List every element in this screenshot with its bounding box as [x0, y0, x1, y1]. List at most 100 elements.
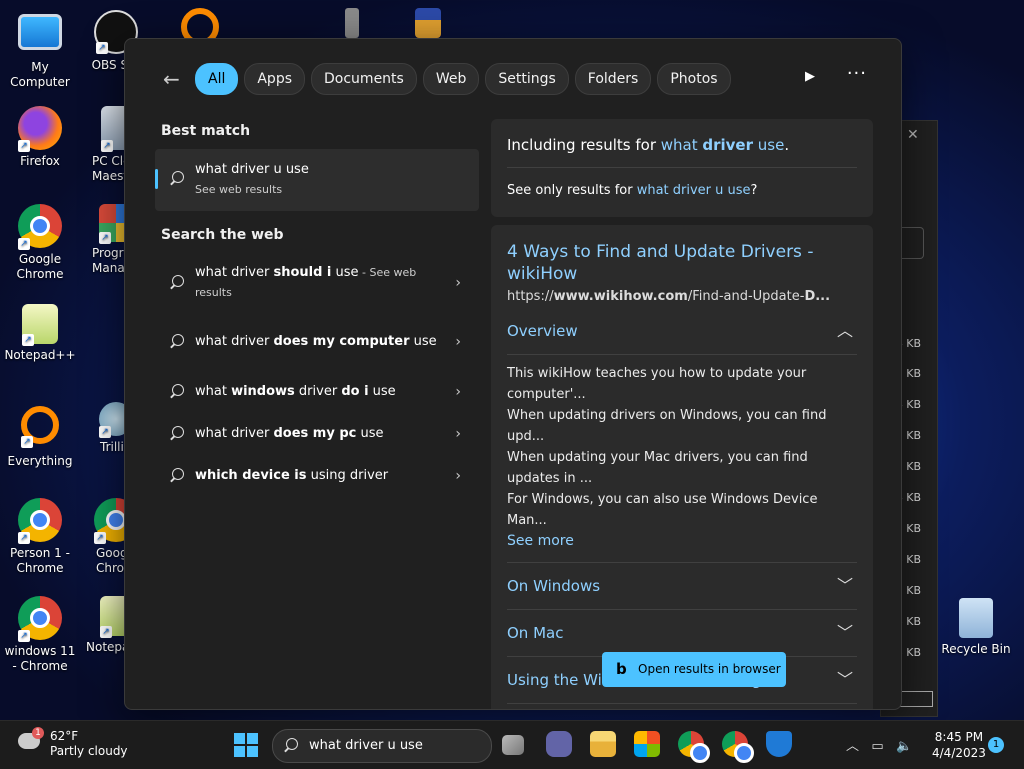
- url-domain: www.wikihow.com: [553, 289, 688, 304]
- desktop-icon-google-chrome[interactable]: ↗ Google Chrome: [0, 204, 80, 282]
- chrome-icon: ↗: [18, 204, 62, 250]
- url-bold: D...: [804, 289, 831, 304]
- desktop-icon-notepadpp[interactable]: ↗ Notepad++: [0, 304, 80, 363]
- notepadpp-icon: ↗: [22, 304, 58, 346]
- chevron-right-icon: ›: [455, 468, 461, 484]
- overview-line: For Windows, you can also use Windows De…: [507, 492, 818, 528]
- notification-badge[interactable]: 1: [988, 737, 1004, 753]
- desktop-icon-character-app[interactable]: [388, 8, 468, 42]
- chevron-down-icon: ﹀: [836, 670, 853, 689]
- best-match-item[interactable]: what driver u use See web results: [155, 149, 479, 211]
- windows-start-icon[interactable]: [234, 733, 258, 757]
- web-suggestion-item[interactable]: which device is using driver ›: [155, 455, 479, 497]
- overview-content: This wikiHow teaches you how to update y…: [507, 355, 857, 563]
- suggestion-text: driver: [294, 384, 342, 399]
- weather-desc: Partly cloudy: [50, 744, 128, 758]
- desktop-icon-label: windows 11 - Chrome: [4, 644, 76, 673]
- explorer-search-box[interactable]: [899, 227, 924, 259]
- web-suggestion-item[interactable]: what driver does my pc use ›: [155, 413, 479, 455]
- desktop-icon-phone-app[interactable]: [312, 8, 392, 42]
- everything-icon: ↗: [21, 406, 59, 448]
- best-match-title: what driver u use: [195, 162, 309, 177]
- chrome-icon[interactable]: [722, 731, 754, 763]
- tab-all[interactable]: All: [195, 63, 239, 95]
- bing-icon: b: [616, 660, 627, 678]
- chrome-icon: ↗: [18, 498, 62, 544]
- tab-apps[interactable]: Apps: [244, 63, 306, 95]
- accordion-overview[interactable]: Overview ︿: [507, 308, 857, 355]
- tab-web[interactable]: Web: [422, 63, 480, 95]
- taskbar-search-box[interactable]: what driver u use: [272, 729, 492, 763]
- including-query-link[interactable]: what driver use: [661, 136, 785, 154]
- web-suggestion-item[interactable]: what driver should i use - See web resul…: [155, 253, 479, 313]
- suggestion-text: what: [195, 384, 232, 399]
- see-only-results-text: See only results for what driver u use?: [507, 183, 757, 198]
- tab-documents[interactable]: Documents: [311, 63, 417, 95]
- original-query-link[interactable]: what driver u use: [637, 183, 751, 198]
- suggestion-text: use: [331, 265, 359, 280]
- teams-chat-icon[interactable]: [546, 731, 572, 757]
- windows-security-icon[interactable]: [766, 731, 792, 757]
- tab-photos[interactable]: Photos: [657, 63, 731, 95]
- microsoft-store-icon[interactable]: [634, 731, 660, 757]
- desktop-icon-person1-chrome[interactable]: ↗ Person 1 - Chrome: [0, 498, 80, 576]
- desktop-icon-recycle-bin[interactable]: Recycle Bin: [934, 598, 1018, 657]
- desktop-icon-label: Recycle Bin: [941, 642, 1011, 656]
- accordion-on-mac[interactable]: On Mac ﹀: [507, 610, 857, 657]
- search-icon: [283, 738, 299, 754]
- accordion-label: On Windows: [507, 577, 601, 595]
- overview-line: This wikiHow teaches you how to update y…: [507, 366, 807, 402]
- open-results-in-browser-button[interactable]: b Open results in browser: [602, 652, 786, 687]
- more-options-icon[interactable]: ···: [847, 63, 867, 84]
- suggestion-text: use: [356, 426, 384, 441]
- play-icon[interactable]: ▶: [805, 69, 815, 84]
- desktop-icon-firefox[interactable]: ↗ Firefox: [0, 106, 80, 169]
- back-arrow-icon[interactable]: ←: [163, 67, 180, 91]
- desktop-icon-label: Google Chrome: [16, 252, 64, 281]
- system-tray-icons[interactable]: ︿ ▭ 🔈: [846, 735, 912, 754]
- view-toggle-icons[interactable]: [897, 691, 933, 707]
- divider: [507, 167, 857, 168]
- web-suggestion-item[interactable]: what windows driver do i use ›: [155, 371, 479, 413]
- search-web-heading: Search the web: [161, 227, 284, 243]
- web-suggestion-item[interactable]: what driver does my computer use ›: [155, 313, 479, 371]
- open-results-label: Open results in browser: [638, 662, 781, 676]
- chrome-icon[interactable]: [678, 731, 710, 763]
- desktop-icon-my-computer[interactable]: My Computer: [0, 10, 80, 90]
- task-view-icon[interactable]: [502, 735, 524, 755]
- chevron-down-icon: ﹀: [836, 576, 853, 595]
- desktop-icon-label: My Computer: [10, 60, 70, 89]
- desktop-icon-everything[interactable]: ↗ Everything: [0, 402, 80, 469]
- accordion-on-windows[interactable]: On Windows ﹀: [507, 563, 857, 610]
- spelling-correction-card: Including results for what driver use. S…: [491, 119, 873, 217]
- desktop-icon-label: Person 1 - Chrome: [10, 546, 70, 575]
- weather-widget[interactable]: 1 62°F Partly cloudy: [18, 727, 128, 759]
- chevron-down-icon: ﹀: [836, 623, 853, 642]
- only-suffix: ?: [750, 183, 758, 198]
- suggestion-bold: does my pc: [273, 426, 357, 441]
- suggestion-bold: does my computer: [273, 334, 410, 349]
- search-results-list: Best match what driver u use See web res…: [155, 119, 479, 497]
- including-prefix: Including results for: [507, 136, 661, 154]
- search-topbar: ← All Apps Documents Web Settings Folder…: [125, 61, 901, 97]
- close-icon[interactable]: ✕: [907, 127, 919, 143]
- clock-time: 8:45 PM: [934, 730, 984, 744]
- suggestion-text: using driver: [306, 468, 389, 483]
- web-preview-pane: Including results for what driver use. S…: [491, 119, 873, 709]
- suggestion-bold: do i: [341, 384, 369, 399]
- tab-folders[interactable]: Folders: [574, 63, 652, 95]
- including-results-text: Including results for what driver use.: [507, 136, 789, 154]
- tab-settings[interactable]: Settings: [485, 63, 569, 95]
- best-match-heading: Best match: [161, 123, 251, 139]
- taskbar-search-input[interactable]: what driver u use: [309, 738, 423, 753]
- file-explorer-icon[interactable]: [590, 731, 616, 757]
- result-title-link[interactable]: 4 Ways to Find and Update Drivers - wiki…: [507, 241, 857, 285]
- see-more-link[interactable]: See more: [507, 531, 857, 552]
- only-prefix: See only results for: [507, 183, 637, 198]
- chrome-icon: ↗: [18, 596, 62, 642]
- clock[interactable]: 8:45 PM 4/4/2023: [932, 729, 986, 761]
- result-url: https://www.wikihow.com/Find-and-Update-…: [507, 289, 857, 304]
- desktop-icon-windows11-chrome[interactable]: ↗ windows 11 - Chrome: [0, 596, 80, 674]
- search-flyout: ← All Apps Documents Web Settings Folder…: [124, 38, 902, 710]
- search-icon: [169, 426, 185, 442]
